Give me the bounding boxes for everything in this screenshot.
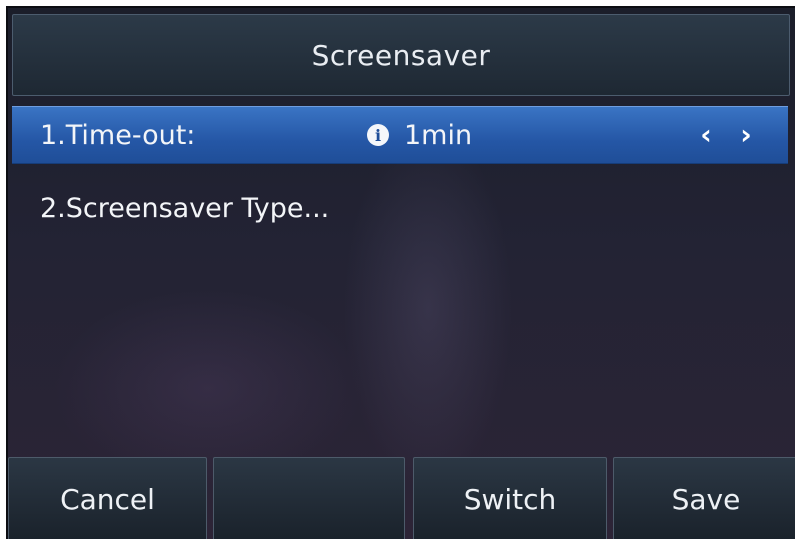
softkey-bar: Cancel Switch Save bbox=[8, 457, 795, 539]
menu-item-screensaver-type[interactable]: 2.Screensaver Type... bbox=[12, 180, 788, 236]
screen: Screensaver 1.Time-out: i 1min ‹ › 2.Scr… bbox=[6, 6, 795, 539]
chevron-left-icon[interactable]: ‹ bbox=[692, 117, 720, 153]
menu-item-label: 2.Screensaver Type... bbox=[40, 192, 330, 224]
chevron-right-icon[interactable]: › bbox=[732, 117, 760, 153]
info-icon: i bbox=[367, 124, 389, 146]
blank-softkey-button[interactable] bbox=[213, 457, 405, 539]
cancel-button[interactable]: Cancel bbox=[8, 457, 207, 539]
save-button[interactable]: Save bbox=[613, 457, 795, 539]
menu-item-label: 1.Time-out: bbox=[40, 119, 196, 151]
page-title: Screensaver bbox=[311, 38, 491, 72]
phone-display-frame: Screensaver 1.Time-out: i 1min ‹ › 2.Scr… bbox=[0, 0, 795, 539]
title-bar: Screensaver bbox=[12, 14, 790, 96]
switch-button[interactable]: Switch bbox=[413, 457, 607, 539]
menu-item-time-out[interactable]: 1.Time-out: i 1min ‹ › bbox=[12, 106, 788, 164]
time-out-value: 1min bbox=[404, 119, 473, 151]
